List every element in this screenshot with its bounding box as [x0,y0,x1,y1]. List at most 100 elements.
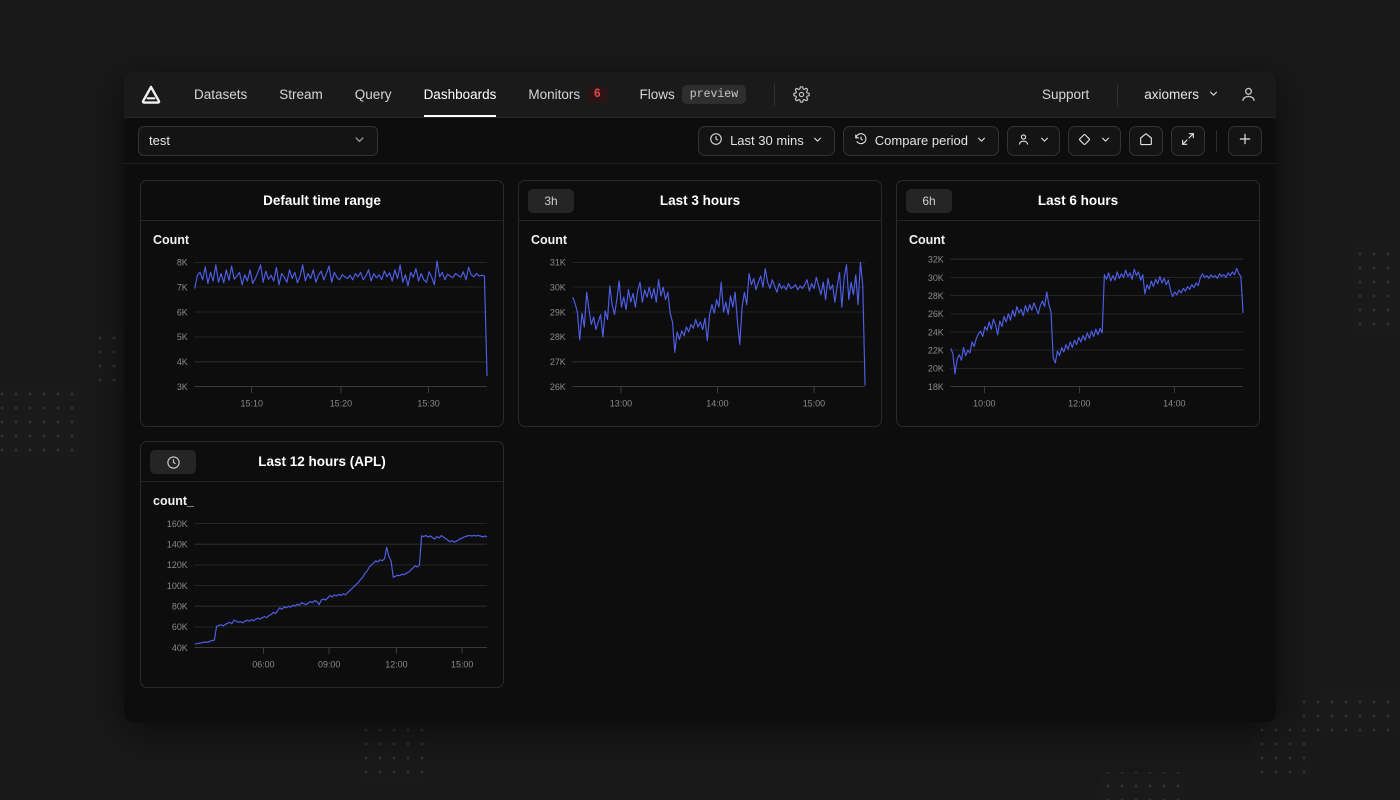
nav-item-label: Flows [640,87,675,102]
gear-icon[interactable] [787,81,815,109]
chart-series-line [195,261,487,376]
diamond-icon [1077,132,1092,150]
y-axis-tick-label: 5K [177,332,188,342]
y-axis-tick-label: 80K [172,601,188,611]
nav-items: Datasets Stream Query Dashboards Monitor… [178,72,815,117]
y-axis-tick-label: 31K [550,258,566,268]
panel-time-tag[interactable]: 6h [906,189,952,213]
app-window: Datasets Stream Query Dashboards Monitor… [124,72,1276,722]
nav-item-label: Monitors [528,87,580,102]
top-navbar: Datasets Stream Query Dashboards Monitor… [124,72,1276,118]
nav-divider [1117,84,1118,106]
person-icon [1016,132,1031,150]
chart-area[interactable]: 3K4K5K6K7K8K15:1015:2015:30 [149,247,495,422]
plus-icon [1237,131,1253,150]
panel-header: Last 12 hours (APL) [141,442,503,482]
y-axis-tick-label: 30K [550,282,566,292]
dashboard-panel[interactable]: Default time range Count 3K 4K 5K 6K 7K 8K 15:10… [140,180,504,427]
x-axis-tick-label: 13:00 [610,398,632,408]
user-icon[interactable] [1234,81,1262,109]
panel-header: Default time range [141,181,503,221]
panel-time-tag-clock-icon[interactable] [150,450,196,474]
x-axis-tick-label: 09:00 [318,659,340,669]
x-axis-tick-label: 06:00 [252,659,274,669]
chart-area[interactable]: 18K20K22K24K26K28K30K32K10:0012:0014:00 [905,247,1251,422]
x-axis-tick-label: 15:30 [417,398,439,408]
y-axis-tick-label: 60K [172,622,188,632]
dashboard-grid: Default time range Count 3K 4K 5K 6K 7K 8K 15:10… [124,164,1276,704]
support-link[interactable]: Support [1026,87,1105,102]
y-axis-tick-label: 22K [928,345,944,355]
panel-title: Default time range [263,193,381,208]
y-axis-tick-label: 6K [177,307,188,317]
y-axis-tick-label: 32K [928,254,944,264]
nav-item-stream[interactable]: Stream [263,72,339,117]
compare-period-button[interactable]: Compare period [843,126,999,156]
x-axis-tick-label: 14:00 [1163,398,1185,408]
chevron-down-icon [1099,133,1112,149]
nav-item-datasets[interactable]: Datasets [178,72,263,117]
y-axis-tick-label: 3K [177,382,188,392]
panel-body: count_40K60K80K100K120K140K160K06:0009:0… [141,482,503,687]
nav-divider [774,84,775,106]
toolbar-divider [1216,130,1217,152]
flows-preview-tag: preview [682,85,746,104]
x-axis-tick-label: 15:00 [803,398,825,408]
y-axis-tick-label: 7K [177,282,188,292]
panel-body: Count3K4K5K6K7K8K15:1015:2015:30 [141,221,503,426]
dashboard-panel[interactable]: 3hLast 3 hoursCount26K27K28K29K30K31K13:… [518,180,882,427]
y-axis-tick-label: 4K [177,357,188,367]
add-panel-button[interactable] [1228,126,1262,156]
toolbar-right: Last 30 mins Compare period [698,126,1262,156]
y-axis-tick-label: 120K [167,560,188,570]
panel-title: Last 6 hours [1038,193,1118,208]
dashboard-toolbar: test Last 30 mins [124,118,1276,164]
x-axis-tick-label: 14:00 [706,398,728,408]
y-axis-tick-label: 30K [928,273,944,283]
share-expand-icon [1180,131,1196,150]
y-axis-tick-label: 8K [177,258,188,268]
person-filter-button[interactable] [1007,126,1060,156]
y-axis-tick-label: 29K [550,307,566,317]
nav-item-label: Stream [279,87,323,102]
chart-area[interactable]: 40K60K80K100K120K140K160K06:0009:0012:00… [149,508,495,683]
nav-item-query[interactable]: Query [339,72,408,117]
dashboard-panel[interactable]: Last 12 hours (APL)count_40K60K80K100K12… [140,441,504,688]
axiom-logo-icon[interactable] [138,82,164,108]
nav-item-label: Datasets [194,87,247,102]
history-icon [854,132,868,149]
y-axis-tick-label: 28K [550,332,566,342]
x-axis-tick-label: 15:10 [241,398,263,408]
diamond-filter-button[interactable] [1068,126,1121,156]
org-switcher[interactable]: axiomers [1130,87,1234,103]
y-axis-tick-label: 100K [167,581,188,591]
chevron-down-icon [975,133,988,149]
dataset-select[interactable]: test [138,126,378,156]
nav-item-flows[interactable]: Flows preview [624,72,763,117]
chart-series-line [195,535,487,644]
y-axis-tick-label: 20K [928,364,944,374]
y-axis-tick-label: 160K [167,519,188,529]
dashboard-panel[interactable]: 6hLast 6 hoursCount18K20K22K24K26K28K30K… [896,180,1260,427]
chart-series-line [951,268,1243,374]
nav-item-dashboards[interactable]: Dashboards [408,72,513,117]
y-axis-tick-label: 26K [928,309,944,319]
panel-time-tag[interactable]: 3h [528,189,574,213]
x-axis-tick-label: 12:00 [1068,398,1090,408]
y-axis-tick-label: 28K [928,291,944,301]
y-axis-tick-label: 24K [928,327,944,337]
chart-series-line [573,262,865,385]
series-label: Count [149,231,495,247]
chevron-down-icon [352,132,367,150]
panel-body: Count18K20K22K24K26K28K30K32K10:0012:001… [897,221,1259,426]
home-button[interactable] [1129,126,1163,156]
time-range-label: Last 30 mins [730,133,804,148]
x-axis-tick-label: 15:00 [451,659,473,669]
time-range-button[interactable]: Last 30 mins [698,126,835,156]
nav-item-monitors[interactable]: Monitors 6 [512,72,623,117]
panel-body: Count26K27K28K29K30K31K13:0014:0015:00 [519,221,881,426]
dataset-select-value: test [149,133,170,148]
share-expand-button[interactable] [1171,126,1205,156]
chart-area[interactable]: 26K27K28K29K30K31K13:0014:0015:00 [527,247,873,422]
chevron-down-icon [1207,87,1220,103]
